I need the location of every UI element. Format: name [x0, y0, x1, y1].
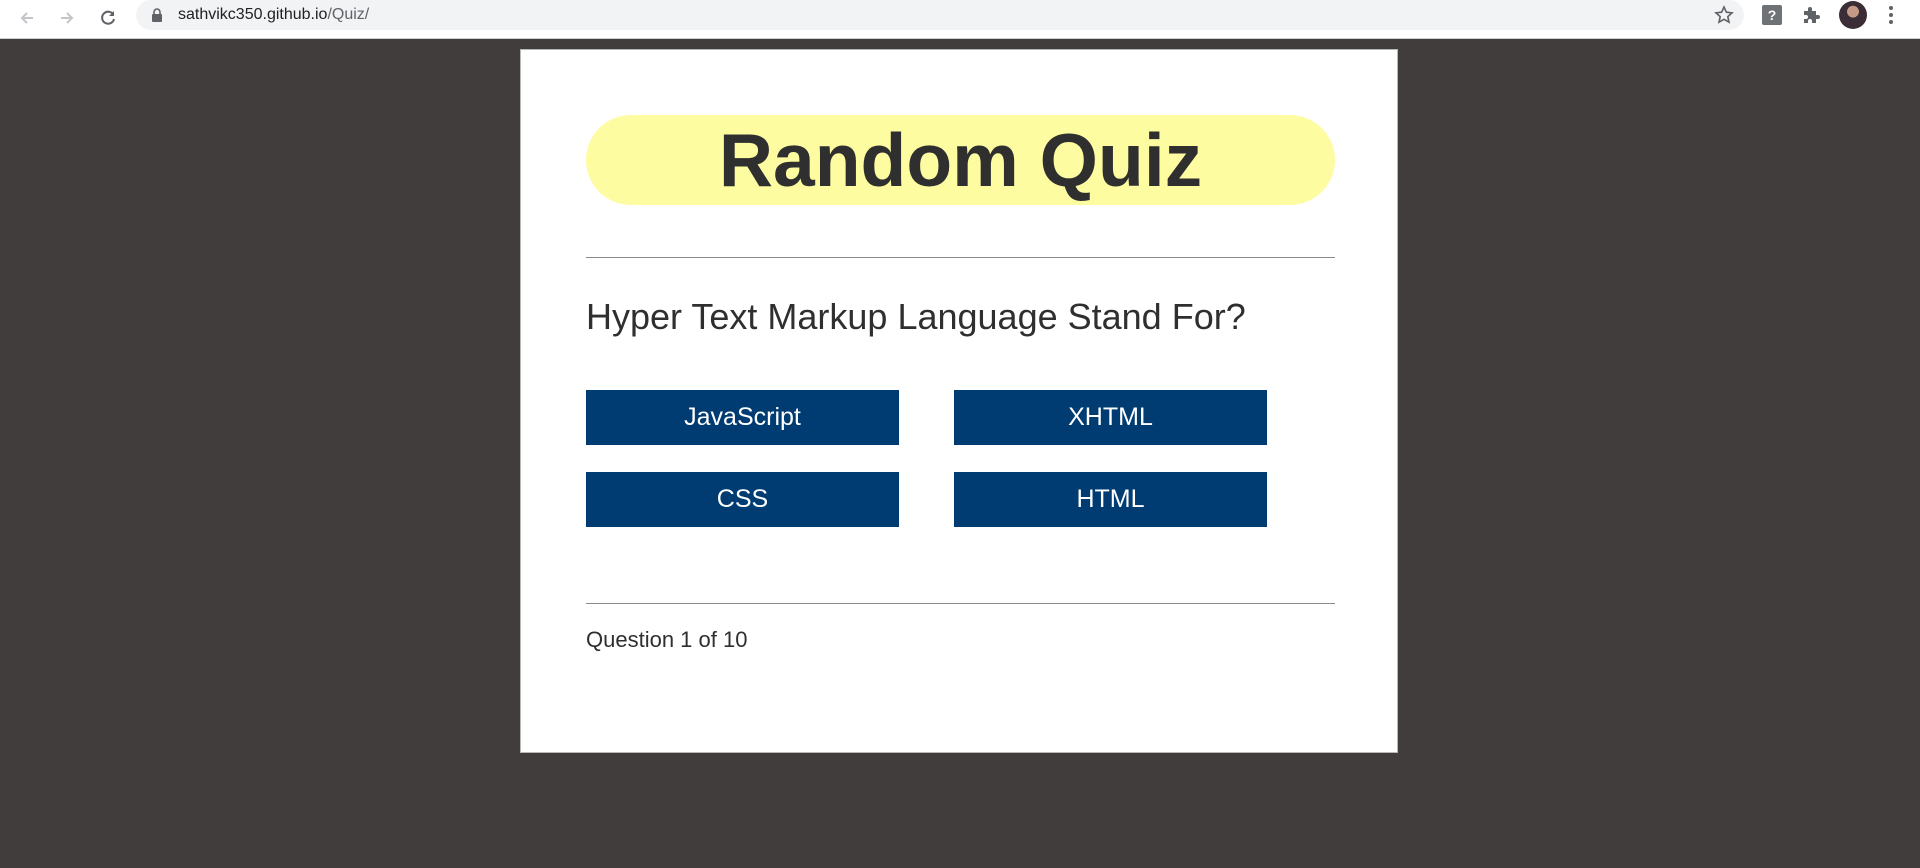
quiz-card: Random Quiz Hyper Text Markup Language S…: [520, 49, 1398, 753]
reload-button[interactable]: [93, 3, 123, 33]
back-button[interactable]: [12, 3, 42, 33]
choice-button-4[interactable]: HTML: [954, 472, 1267, 527]
menu-dots-icon[interactable]: [1886, 4, 1896, 26]
back-arrow-icon: [20, 12, 33, 24]
reload-icon: [101, 10, 115, 25]
browser-toolbar: sathvikc350.github.io/Quiz/ ?: [0, 0, 1920, 39]
page-title: Random Quiz: [718, 117, 1203, 202]
url-host: sathvikc350.github.io: [178, 6, 328, 23]
extension-help-icon[interactable]: ?: [1761, 4, 1783, 26]
url-path: /Quiz/: [327, 6, 370, 23]
choice-button-1[interactable]: JavaScript: [586, 390, 899, 445]
title-banner: Random Quiz: [586, 115, 1335, 205]
address-bar[interactable]: sathvikc350.github.io/Quiz/: [136, 0, 1744, 30]
forward-button[interactable]: [52, 3, 82, 33]
svg-text:?: ?: [1768, 7, 1777, 23]
choice-button-2[interactable]: XHTML: [954, 390, 1267, 445]
url-text: sathvikc350.github.io/Quiz/: [178, 6, 369, 24]
divider-top: [586, 257, 1335, 258]
lock-icon: [152, 8, 162, 22]
question-text: Hyper Text Markup Language Stand For?: [586, 296, 1246, 337]
star-icon[interactable]: [1714, 5, 1734, 25]
forward-arrow-icon: [61, 12, 74, 24]
puzzle-icon[interactable]: [1800, 4, 1822, 26]
divider-bottom: [586, 603, 1335, 604]
avatar[interactable]: [1839, 1, 1867, 29]
choice-button-3[interactable]: CSS: [586, 472, 899, 527]
question-progress: Question 1 of 10: [586, 627, 748, 652]
